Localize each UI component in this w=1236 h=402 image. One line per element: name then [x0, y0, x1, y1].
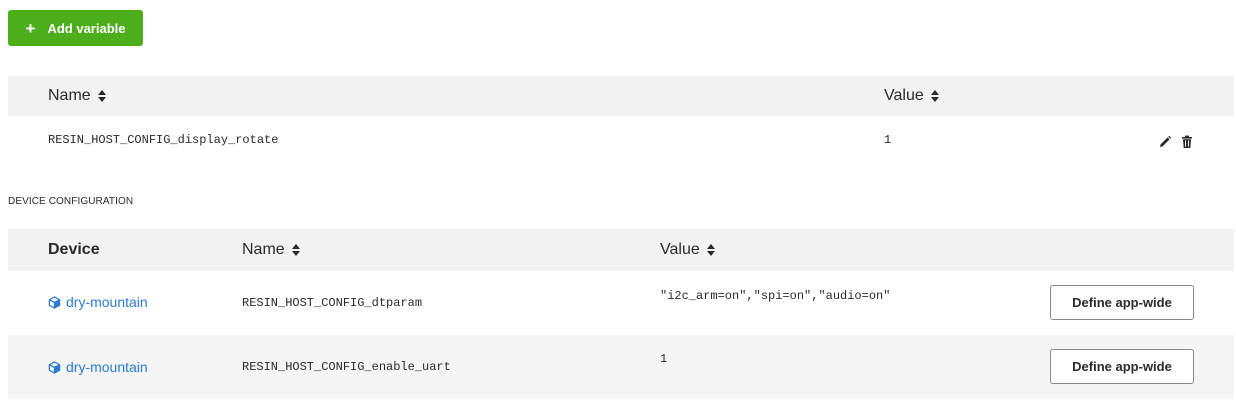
- cube-icon: [48, 360, 61, 374]
- device-name: dry-mountain: [66, 294, 148, 310]
- pencil-icon[interactable]: [1158, 135, 1172, 149]
- column-header-name[interactable]: Name: [48, 76, 107, 116]
- table-row: dry-mountain RESIN_HOST_CONFIG_dtparam "…: [8, 271, 1234, 335]
- table-row: RESIN_HOST_CONFIG_display_rotate 1: [8, 116, 1234, 164]
- sort-icon: [706, 243, 716, 257]
- variable-name: RESIN_HOST_CONFIG_dtparam: [242, 296, 423, 310]
- column-header-value-label: Value: [884, 87, 924, 104]
- sort-icon: [930, 89, 940, 103]
- variable-value: 1: [884, 133, 892, 147]
- column-header-value-label: Value: [660, 241, 700, 258]
- variables-page: + Add variable Name Value RESIN_HOST_CON…: [0, 0, 1236, 402]
- plus-icon: +: [25, 18, 36, 38]
- device-name: dry-mountain: [66, 359, 148, 375]
- variable-name: RESIN_HOST_CONFIG_enable_uart: [242, 360, 451, 374]
- device-link[interactable]: dry-mountain: [48, 294, 148, 310]
- sort-icon: [291, 243, 301, 257]
- section-label-device-configuration: DEVICE CONFIGURATION: [8, 196, 134, 207]
- column-header-name-label: Name: [242, 241, 285, 258]
- column-header-device: Device: [48, 229, 100, 271]
- device-configuration-header: Device Name Value: [8, 229, 1234, 271]
- column-header-value[interactable]: Value: [884, 76, 940, 116]
- variable-name: RESIN_HOST_CONFIG_display_rotate: [48, 133, 279, 147]
- sort-icon: [97, 89, 107, 103]
- app-variables-header: Name Value: [8, 76, 1234, 116]
- trash-icon[interactable]: [1180, 135, 1194, 149]
- variable-value: 1: [660, 352, 668, 366]
- device-link[interactable]: dry-mountain: [48, 359, 148, 375]
- column-header-value[interactable]: Value: [660, 229, 716, 271]
- add-variable-label: Add variable: [47, 20, 126, 36]
- table-row: dry-mountain RESIN_HOST_CONFIG_enable_ua…: [8, 335, 1234, 399]
- column-header-device-label: Device: [48, 241, 100, 258]
- define-app-wide-button[interactable]: Define app-wide: [1050, 285, 1194, 320]
- column-header-name[interactable]: Name: [242, 229, 301, 271]
- column-header-name-label: Name: [48, 87, 91, 104]
- define-app-wide-button[interactable]: Define app-wide: [1050, 349, 1194, 384]
- add-variable-button[interactable]: + Add variable: [8, 10, 143, 46]
- variable-value: "i2c_arm=on","spi=on","audio=on": [660, 289, 891, 303]
- cube-icon: [48, 295, 61, 309]
